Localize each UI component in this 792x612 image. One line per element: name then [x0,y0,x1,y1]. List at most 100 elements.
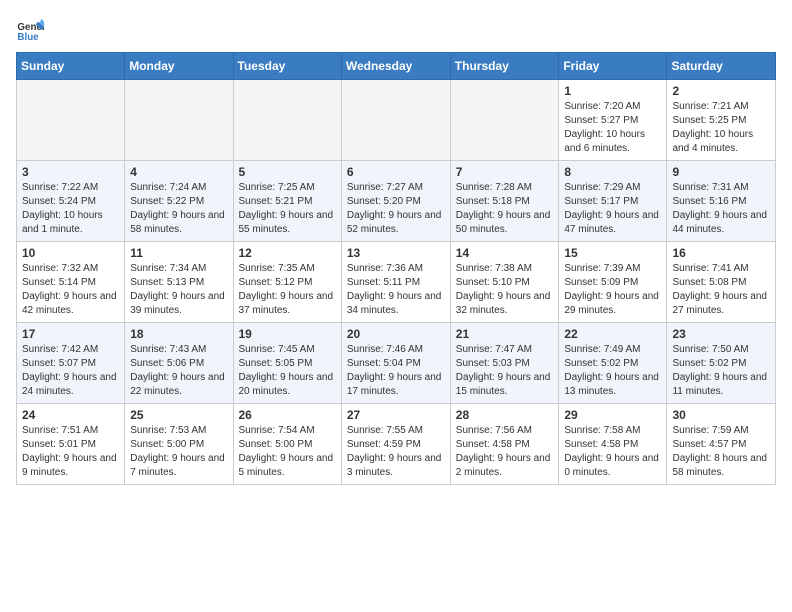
calendar-cell: 18 Sunrise: 7:43 AM Sunset: 5:06 PM Dayli… [125,323,233,404]
day-info: Sunrise: 7:58 AM Sunset: 4:58 PM Dayligh… [564,424,661,480]
day-number: 30 [672,408,770,422]
day-info: Sunrise: 7:22 AM Sunset: 5:24 PM Dayligh… [22,181,119,237]
calendar-cell: 24 Sunrise: 7:51 AM Sunset: 5:01 PM Dayli… [17,404,125,485]
calendar-cell: 3 Sunrise: 7:22 AM Sunset: 5:24 PM Daylig… [17,161,125,242]
day-number: 10 [22,246,119,260]
calendar-cell [341,80,450,161]
calendar-cell: 14 Sunrise: 7:38 AM Sunset: 5:10 PM Dayli… [450,242,559,323]
calendar-cell [233,80,341,161]
day-number: 19 [239,327,336,341]
day-info: Sunrise: 7:29 AM Sunset: 5:17 PM Dayligh… [564,181,661,237]
weekday-header-wednesday: Wednesday [341,53,450,80]
calendar-cell: 19 Sunrise: 7:45 AM Sunset: 5:05 PM Dayli… [233,323,341,404]
day-info: Sunrise: 7:55 AM Sunset: 4:59 PM Dayligh… [347,424,445,480]
logo: General Blue [16,16,48,44]
weekday-header-monday: Monday [125,53,233,80]
day-number: 17 [22,327,119,341]
day-number: 1 [564,84,661,98]
calendar-header: SundayMondayTuesdayWednesdayThursdayFrid… [17,53,776,80]
calendar-cell: 22 Sunrise: 7:49 AM Sunset: 5:02 PM Dayli… [559,323,667,404]
calendar-cell [450,80,559,161]
calendar-cell: 27 Sunrise: 7:55 AM Sunset: 4:59 PM Dayli… [341,404,450,485]
calendar-cell: 16Sunrise: 7:41 AM Sunset: 5:08 PM Dayli… [667,242,776,323]
day-info: Sunrise: 7:53 AM Sunset: 5:00 PM Dayligh… [130,424,227,480]
calendar-cell: 15 Sunrise: 7:39 AM Sunset: 5:09 PM Dayli… [559,242,667,323]
day-info: Sunrise: 7:54 AM Sunset: 5:00 PM Dayligh… [239,424,336,480]
calendar-cell: 9 Sunrise: 7:31 AM Sunset: 5:16 PM Daylig… [667,161,776,242]
day-number: 2 [672,84,770,98]
day-info: Sunrise: 7:50 AM Sunset: 5:02 PM Dayligh… [672,343,770,399]
day-number: 7 [456,165,554,179]
day-info: Sunrise: 7:32 AM Sunset: 5:14 PM Dayligh… [22,262,119,318]
calendar-cell: 4 Sunrise: 7:24 AM Sunset: 5:22 PM Daylig… [125,161,233,242]
weekday-header-thursday: Thursday [450,53,559,80]
day-number: 9 [672,165,770,179]
day-info: Sunrise: 7:38 AM Sunset: 5:10 PM Dayligh… [456,262,554,318]
day-number: 25 [130,408,227,422]
day-info: Sunrise: 7:39 AM Sunset: 5:09 PM Dayligh… [564,262,661,318]
svg-text:Blue: Blue [17,32,39,43]
day-info: Sunrise: 7:47 AM Sunset: 5:03 PM Dayligh… [456,343,554,399]
day-number: 14 [456,246,554,260]
calendar-cell: 2 Sunrise: 7:21 AM Sunset: 5:25 PM Daylig… [667,80,776,161]
calendar-cell: 28 Sunrise: 7:56 AM Sunset: 4:58 PM Dayli… [450,404,559,485]
calendar-cell: 25 Sunrise: 7:53 AM Sunset: 5:00 PM Dayli… [125,404,233,485]
day-info: Sunrise: 7:27 AM Sunset: 5:20 PM Dayligh… [347,181,445,237]
day-info: Sunrise: 7:24 AM Sunset: 5:22 PM Dayligh… [130,181,227,237]
weekday-header-sunday: Sunday [17,53,125,80]
day-info: Sunrise: 7:25 AM Sunset: 5:21 PM Dayligh… [239,181,336,237]
day-info: Sunrise: 7:59 AM Sunset: 4:57 PM Dayligh… [672,424,770,480]
calendar-cell [17,80,125,161]
day-number: 11 [130,246,227,260]
day-number: 15 [564,246,661,260]
day-info: Sunrise: 7:20 AM Sunset: 5:27 PM Dayligh… [564,100,661,156]
day-number: 6 [347,165,445,179]
calendar-cell: 26 Sunrise: 7:54 AM Sunset: 5:00 PM Dayli… [233,404,341,485]
weekday-header-friday: Friday [559,53,667,80]
calendar-cell: 10 Sunrise: 7:32 AM Sunset: 5:14 PM Dayli… [17,242,125,323]
calendar-cell: 17 Sunrise: 7:42 AM Sunset: 5:07 PM Dayli… [17,323,125,404]
day-number: 28 [456,408,554,422]
day-info: Sunrise: 7:46 AM Sunset: 5:04 PM Dayligh… [347,343,445,399]
day-number: 23 [672,327,770,341]
day-info: Sunrise: 7:51 AM Sunset: 5:01 PM Dayligh… [22,424,119,480]
day-number: 29 [564,408,661,422]
day-number: 5 [239,165,336,179]
day-number: 12 [239,246,336,260]
weekday-header-tuesday: Tuesday [233,53,341,80]
day-info: Sunrise: 7:21 AM Sunset: 5:25 PM Dayligh… [672,100,770,156]
day-number: 3 [22,165,119,179]
day-number: 20 [347,327,445,341]
day-number: 22 [564,327,661,341]
day-number: 26 [239,408,336,422]
calendar-cell: 7 Sunrise: 7:28 AM Sunset: 5:18 PM Daylig… [450,161,559,242]
day-info: Sunrise: 7:49 AM Sunset: 5:02 PM Dayligh… [564,343,661,399]
calendar-cell: 21 Sunrise: 7:47 AM Sunset: 5:03 PM Dayli… [450,323,559,404]
day-info: Sunrise: 7:41 AM Sunset: 5:08 PM Dayligh… [672,262,770,318]
calendar-cell: 30 Sunrise: 7:59 AM Sunset: 4:57 PM Dayli… [667,404,776,485]
day-info: Sunrise: 7:36 AM Sunset: 5:11 PM Dayligh… [347,262,445,318]
day-info: Sunrise: 7:56 AM Sunset: 4:58 PM Dayligh… [456,424,554,480]
day-info: Sunrise: 7:31 AM Sunset: 5:16 PM Dayligh… [672,181,770,237]
calendar-cell: 12 Sunrise: 7:35 AM Sunset: 5:12 PM Dayli… [233,242,341,323]
day-info: Sunrise: 7:43 AM Sunset: 5:06 PM Dayligh… [130,343,227,399]
day-info: Sunrise: 7:42 AM Sunset: 5:07 PM Dayligh… [22,343,119,399]
calendar-table: SundayMondayTuesdayWednesdayThursdayFrid… [16,52,776,485]
calendar-cell: 5 Sunrise: 7:25 AM Sunset: 5:21 PM Daylig… [233,161,341,242]
calendar-cell: 1 Sunrise: 7:20 AM Sunset: 5:27 PM Daylig… [559,80,667,161]
day-info: Sunrise: 7:35 AM Sunset: 5:12 PM Dayligh… [239,262,336,318]
calendar-cell: 13Sunrise: 7:36 AM Sunset: 5:11 PM Dayli… [341,242,450,323]
day-number: 27 [347,408,445,422]
day-number: 21 [456,327,554,341]
day-number: 8 [564,165,661,179]
day-number: 18 [130,327,227,341]
logo-icon: General Blue [16,16,44,44]
day-number: 4 [130,165,227,179]
day-number: 24 [22,408,119,422]
day-info: Sunrise: 7:45 AM Sunset: 5:05 PM Dayligh… [239,343,336,399]
day-info: Sunrise: 7:28 AM Sunset: 5:18 PM Dayligh… [456,181,554,237]
calendar-cell: 20 Sunrise: 7:46 AM Sunset: 5:04 PM Dayli… [341,323,450,404]
day-info: Sunrise: 7:34 AM Sunset: 5:13 PM Dayligh… [130,262,227,318]
calendar-cell: 23 Sunrise: 7:50 AM Sunset: 5:02 PM Dayli… [667,323,776,404]
calendar-cell: 29 Sunrise: 7:58 AM Sunset: 4:58 PM Dayli… [559,404,667,485]
